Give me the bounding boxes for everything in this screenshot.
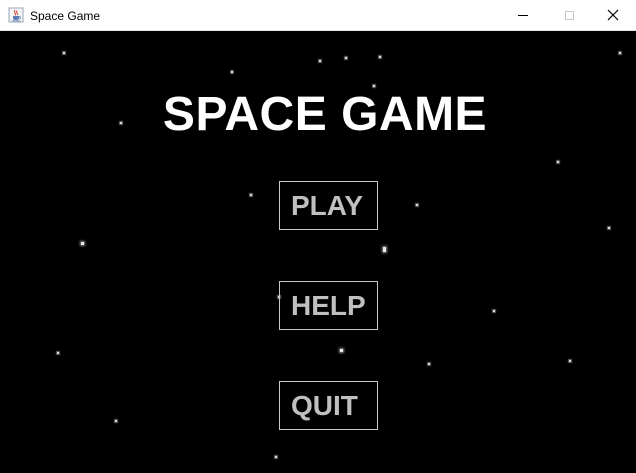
star <box>619 52 621 54</box>
maximize-icon <box>564 10 574 20</box>
star <box>493 310 495 312</box>
quit-button[interactable]: QUIT <box>279 381 378 430</box>
star <box>557 161 559 163</box>
star <box>569 360 571 362</box>
close-icon <box>607 9 619 21</box>
star <box>81 242 84 245</box>
maximize-button[interactable] <box>546 0 592 30</box>
title-bar[interactable]: Space Game <box>0 0 636 31</box>
star <box>275 456 277 458</box>
help-button[interactable]: HELP <box>279 281 378 330</box>
star <box>319 60 321 62</box>
star <box>63 52 65 54</box>
star <box>608 227 610 229</box>
star <box>250 194 252 196</box>
game-window: Space Game SPACE GAME PLAY HELP QUIT <box>0 0 636 473</box>
star <box>57 352 59 354</box>
star <box>416 204 418 206</box>
star <box>345 57 347 59</box>
java-coffee-cup-icon <box>8 7 24 23</box>
close-button[interactable] <box>590 0 636 30</box>
star <box>115 420 117 422</box>
star <box>231 71 233 73</box>
window-title: Space Game <box>30 9 101 23</box>
star <box>428 363 430 365</box>
star <box>340 349 343 352</box>
minimize-icon <box>518 14 528 16</box>
game-canvas[interactable]: SPACE GAME PLAY HELP QUIT <box>0 31 636 473</box>
minimize-button[interactable] <box>500 0 546 30</box>
game-title: SPACE GAME <box>162 88 488 141</box>
star <box>379 56 381 58</box>
star <box>383 247 386 252</box>
play-button[interactable]: PLAY <box>279 181 378 230</box>
star <box>373 85 375 87</box>
